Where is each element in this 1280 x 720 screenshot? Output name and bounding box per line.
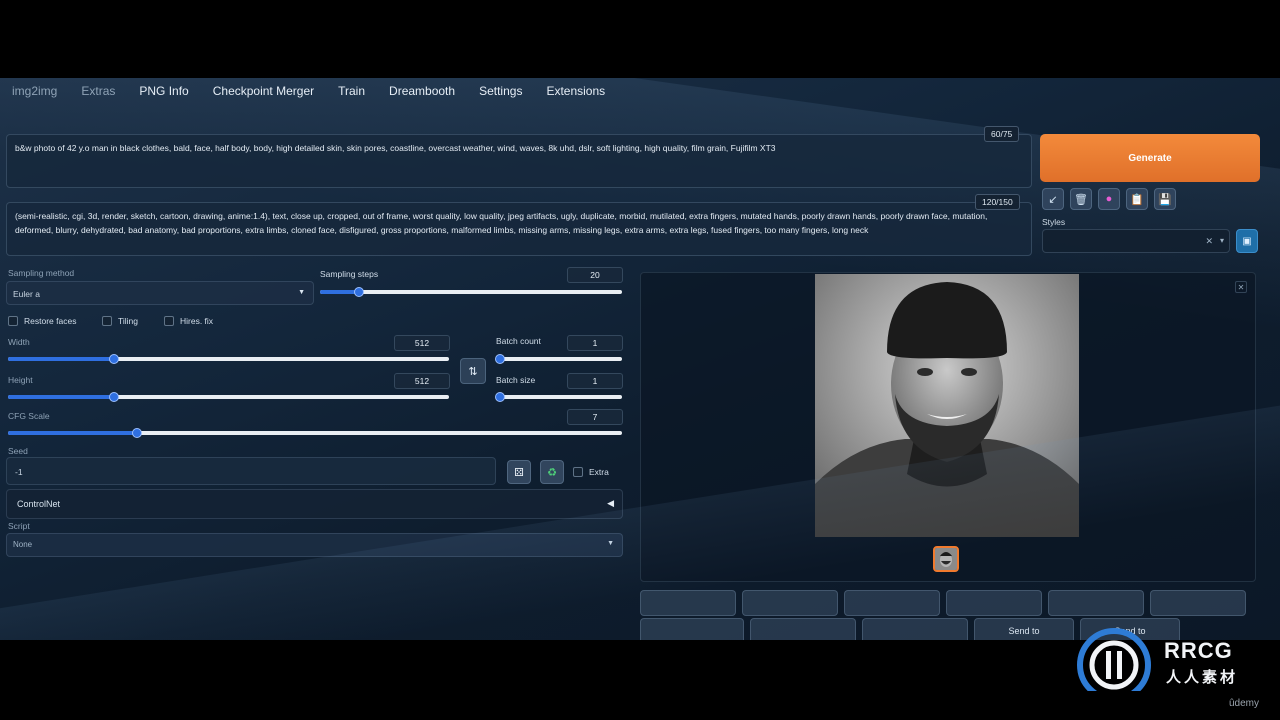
portrait-illustration bbox=[815, 274, 1079, 537]
gallery-thumbnail[interactable] bbox=[933, 546, 959, 572]
cfg-scale-label: CFG Scale bbox=[8, 411, 50, 421]
dice-icon[interactable]: ⚄ bbox=[507, 460, 531, 484]
controlnet-accordion[interactable]: ControlNet ◀ bbox=[6, 489, 623, 519]
batch-size-label: Batch size bbox=[496, 375, 536, 385]
extra-seed-checkbox[interactable]: Extra bbox=[573, 467, 609, 477]
sampling-method-value: Euler a bbox=[13, 289, 40, 299]
chevron-down-icon: ▼ bbox=[298, 289, 305, 296]
width-input[interactable]: 512 bbox=[394, 335, 450, 351]
tiling-label: Tiling bbox=[118, 316, 138, 326]
tab-dreambooth[interactable]: Dreambooth bbox=[377, 82, 467, 102]
hires-fix-label: Hires. fix bbox=[180, 316, 214, 326]
sampling-method-dropdown[interactable]: Euler a ▼ bbox=[6, 281, 314, 305]
sampling-steps-input[interactable]: 20 bbox=[567, 267, 623, 283]
sampling-steps-slider[interactable] bbox=[320, 285, 622, 299]
udemy-watermark: ûdemy bbox=[1229, 698, 1260, 709]
sampling-steps-label: Sampling steps bbox=[320, 269, 379, 279]
batch-size-input[interactable]: 1 bbox=[567, 373, 623, 389]
zip-button-front[interactable] bbox=[862, 618, 968, 640]
save-style-icon[interactable]: 💾 bbox=[1154, 188, 1176, 210]
generated-image[interactable] bbox=[815, 274, 1079, 537]
generate-button[interactable]: Generate bbox=[1040, 134, 1260, 182]
zip-button[interactable] bbox=[844, 590, 940, 616]
tab-img2img[interactable]: img2img bbox=[0, 82, 69, 102]
extra-networks-icon[interactable]: ● bbox=[1098, 188, 1120, 210]
height-label: Height bbox=[8, 375, 33, 385]
tab-checkpoint-merger[interactable]: Checkpoint Merger bbox=[201, 82, 326, 102]
prompt-tools: ↙ 🗑 ● 📋 💾 bbox=[1042, 188, 1176, 210]
seed-input[interactable]: -1 bbox=[6, 457, 496, 485]
height-slider[interactable] bbox=[8, 390, 449, 404]
paste-icon[interactable]: 📋 bbox=[1126, 188, 1148, 210]
apply-style-button[interactable]: ▣ bbox=[1236, 229, 1258, 253]
restore-faces-label: Restore faces bbox=[24, 316, 77, 326]
send-to-img2img-front[interactable]: Send to bbox=[974, 618, 1074, 640]
recycle-icon[interactable]: ♻ bbox=[540, 460, 564, 484]
tab-bar: img2img Extras PNG Info Checkpoint Merge… bbox=[0, 82, 617, 102]
close-icon[interactable]: ✕ bbox=[1235, 281, 1247, 293]
extra-seed-label: Extra bbox=[589, 467, 609, 477]
cfg-scale-slider[interactable] bbox=[8, 426, 622, 440]
rrcg-logo-icon bbox=[1077, 628, 1151, 702]
triangle-left-icon: ◀ bbox=[607, 498, 614, 508]
styles-label: Styles bbox=[1042, 217, 1066, 227]
tab-train[interactable]: Train bbox=[326, 82, 377, 102]
width-slider[interactable] bbox=[8, 352, 449, 366]
script-value: None bbox=[13, 540, 33, 549]
send-to-inpaint-button[interactable] bbox=[1048, 590, 1144, 616]
arrow-icon[interactable]: ↙ bbox=[1042, 188, 1064, 210]
gallery-actions-back bbox=[640, 590, 1246, 616]
batch-size-slider[interactable] bbox=[495, 390, 622, 404]
send-to-extras-button[interactable] bbox=[1150, 590, 1246, 616]
hires-fix-checkbox[interactable]: Hires. fix bbox=[164, 316, 213, 326]
styles-dropdown[interactable]: ✕ ▾ bbox=[1042, 229, 1230, 253]
save-button[interactable] bbox=[742, 590, 838, 616]
trash-icon[interactable]: 🗑 bbox=[1070, 188, 1092, 210]
tab-png-info[interactable]: PNG Info bbox=[127, 82, 200, 102]
sampling-method-label: Sampling method bbox=[8, 268, 75, 278]
thumbnail-icon bbox=[935, 548, 957, 570]
webui-app: img2img Extras PNG Info Checkpoint Merge… bbox=[0, 78, 1280, 640]
watermark-brand: RRCG bbox=[1164, 638, 1233, 663]
prompt-token-counter: 60/75 bbox=[984, 126, 1020, 142]
tab-extras[interactable]: Extras bbox=[69, 82, 127, 102]
negative-prompt-input[interactable]: (semi-realistic, cgi, 3d, render, sketch… bbox=[6, 202, 1032, 256]
width-label: Width bbox=[8, 337, 30, 347]
negative-token-counter: 120/150 bbox=[975, 194, 1020, 210]
save-button-front[interactable] bbox=[750, 618, 856, 640]
open-folder-button[interactable] bbox=[640, 590, 736, 616]
batch-count-slider[interactable] bbox=[495, 352, 622, 366]
chevron-down-icon: ▾ bbox=[1219, 236, 1224, 245]
batch-count-input[interactable]: 1 bbox=[567, 335, 623, 351]
letterbox-top bbox=[0, 0, 1280, 78]
controlnet-label: ControlNet bbox=[17, 499, 61, 509]
tab-settings[interactable]: Settings bbox=[467, 82, 534, 102]
script-dropdown[interactable]: None ▼ bbox=[6, 533, 623, 557]
clear-icon[interactable]: ✕ bbox=[1205, 236, 1213, 247]
folder-button[interactable] bbox=[640, 618, 744, 640]
swap-dimensions-button[interactable]: ⇅ bbox=[460, 358, 486, 384]
script-label: Script bbox=[8, 521, 30, 531]
tiling-checkbox[interactable]: Tiling bbox=[102, 316, 138, 326]
batch-count-label: Batch count bbox=[496, 336, 541, 346]
tab-extensions[interactable]: Extensions bbox=[534, 82, 617, 102]
prompt-input[interactable]: b&w photo of 42 y.o man in black clothes… bbox=[6, 134, 1032, 188]
watermark-sub: 人人素材 bbox=[1166, 669, 1239, 686]
cfg-scale-input[interactable]: 7 bbox=[567, 409, 623, 425]
chevron-down-icon: ▼ bbox=[607, 540, 614, 547]
send-to-img2img-button[interactable] bbox=[946, 590, 1042, 616]
height-input[interactable]: 512 bbox=[394, 373, 450, 389]
restore-faces-checkbox[interactable]: Restore faces bbox=[8, 316, 76, 326]
seed-label: Seed bbox=[8, 446, 28, 456]
